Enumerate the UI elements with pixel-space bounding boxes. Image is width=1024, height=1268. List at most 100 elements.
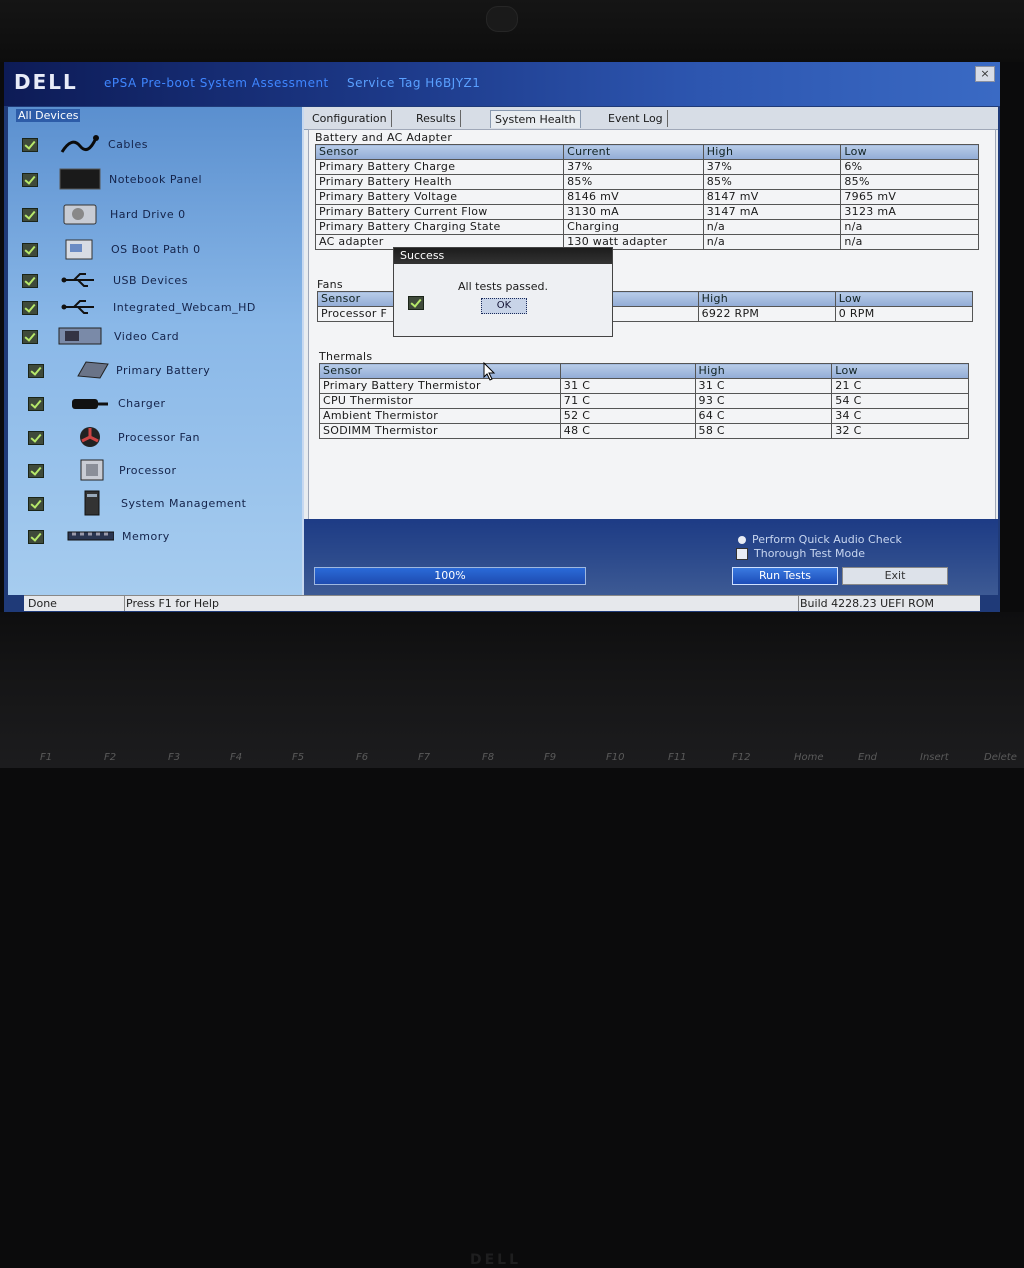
success-check-icon bbox=[408, 296, 424, 310]
battery-table: Sensor Current High Low Primary Battery Char… bbox=[314, 144, 979, 250]
sidebar-item-label: Processor Fan bbox=[118, 431, 201, 444]
sidebar-item-os-boot-path[interactable]: OS Boot Path 0 bbox=[8, 236, 298, 264]
checkbox-checked-icon[interactable] bbox=[22, 301, 38, 315]
checkbox-checked-icon[interactable] bbox=[22, 243, 38, 257]
column-header: High bbox=[697, 291, 836, 307]
exit-button[interactable]: Exit bbox=[842, 567, 948, 585]
table-cell: Primary Battery Current Flow bbox=[314, 204, 565, 220]
table-row: Primary Battery Charge 37% 37% 6% bbox=[314, 159, 979, 175]
tab-configuration[interactable]: Configuration bbox=[308, 110, 392, 127]
sidebar-item-processor-fan[interactable]: Processor Fan bbox=[8, 424, 298, 452]
column-header: Low bbox=[834, 291, 974, 307]
table-cell: n/a bbox=[702, 219, 842, 235]
sidebar-item-primary-battery[interactable]: Primary Battery bbox=[8, 357, 298, 385]
table-cell: CPU Thermistor bbox=[319, 393, 561, 409]
tab-event-log[interactable]: Event Log bbox=[604, 110, 668, 127]
key-delete: Delete bbox=[984, 752, 1017, 763]
checkbox-checked-icon[interactable] bbox=[22, 138, 38, 152]
key-f5: F5 bbox=[292, 752, 305, 763]
checkbox-checked-icon[interactable] bbox=[22, 208, 38, 222]
sidebar-item-memory[interactable]: Memory bbox=[8, 523, 298, 551]
quick-audio-label: Perform Quick Audio Check bbox=[752, 533, 902, 546]
sidebar-item-label: Cables bbox=[108, 138, 148, 151]
table-cell: 54 C bbox=[831, 393, 969, 409]
close-button[interactable]: × bbox=[975, 66, 995, 82]
service-tag: Service Tag H6BJYZ1 bbox=[347, 76, 481, 90]
ok-button[interactable]: OK bbox=[481, 298, 527, 314]
table-cell: 93 C bbox=[694, 393, 833, 409]
table-cell: 6922 RPM bbox=[697, 306, 836, 322]
checkbox-checked-icon[interactable] bbox=[22, 330, 38, 344]
sidebar-item-label: Hard Drive 0 bbox=[110, 208, 186, 221]
section-title-fans: Fans bbox=[317, 278, 343, 291]
key-f8: F8 bbox=[482, 752, 495, 763]
checkbox-checked-icon[interactable] bbox=[28, 364, 44, 378]
tab-system-health[interactable]: System Health bbox=[490, 110, 581, 128]
sidebar-item-label: Charger bbox=[118, 397, 166, 410]
dell-logo: DELL bbox=[14, 70, 78, 94]
run-tests-button[interactable]: Run Tests bbox=[732, 567, 838, 585]
checkbox-unchecked-icon bbox=[736, 548, 748, 560]
checkbox-checked-icon[interactable] bbox=[28, 530, 44, 544]
table-cell: 85% bbox=[702, 174, 842, 190]
webcam-lens bbox=[486, 6, 518, 32]
sidebar-item-system-management[interactable]: System Management bbox=[8, 490, 298, 518]
checkbox-checked-icon[interactable] bbox=[22, 274, 38, 288]
table-row: SODIMM Thermistor 48 C 58 C 32 C bbox=[319, 423, 969, 439]
tab-results[interactable]: Results bbox=[412, 110, 461, 127]
app-title: ePSA Pre-boot System Assessment bbox=[104, 76, 329, 90]
key-f1: F1 bbox=[40, 752, 53, 763]
mouse-cursor-icon bbox=[483, 362, 496, 381]
fan-icon bbox=[66, 424, 114, 450]
sidebar-item-processor[interactable]: Processor bbox=[8, 457, 298, 485]
key-home: Home bbox=[794, 752, 824, 763]
checkbox-checked-icon[interactable] bbox=[28, 464, 44, 478]
table-cell: 37% bbox=[702, 159, 842, 175]
dialog-message: All tests passed. bbox=[458, 280, 548, 293]
table-row: Primary Battery Voltage 8146 mV 8147 mV 796… bbox=[314, 189, 979, 205]
table-cell: 48 C bbox=[559, 423, 696, 439]
memory-icon bbox=[66, 523, 114, 549]
radio-icon bbox=[738, 536, 746, 544]
table-header-row: SensorCurrentHighLow bbox=[314, 144, 979, 160]
key-f11: F11 bbox=[668, 752, 687, 763]
table-cell: 31 C bbox=[694, 378, 833, 394]
sidebar-item-notebook-panel[interactable]: Notebook Panel bbox=[8, 166, 298, 194]
thorough-mode-option[interactable]: Thorough Test Mode bbox=[736, 547, 865, 560]
table-cell: 37% bbox=[563, 159, 704, 175]
section-title-thermals: Thermals bbox=[319, 350, 373, 363]
key-f9: F9 bbox=[544, 752, 557, 763]
table-cell: Primary Battery Charging State bbox=[314, 219, 565, 235]
key-f6: F6 bbox=[356, 752, 369, 763]
sidebar-item-charger[interactable]: Charger bbox=[8, 390, 298, 418]
sidebar-item-video-card[interactable]: Video Card bbox=[8, 323, 298, 351]
key-end: End bbox=[858, 752, 878, 763]
device-sidebar: All Devices Cables Notebook Panel Hard D… bbox=[8, 107, 304, 595]
key-f3: F3 bbox=[168, 752, 181, 763]
quick-audio-option[interactable]: Perform Quick Audio Check bbox=[738, 533, 902, 546]
table-cell: n/a bbox=[840, 219, 979, 235]
table-cell: Primary Battery Voltage bbox=[314, 189, 565, 205]
sidebar-item-label: Notebook Panel bbox=[109, 173, 203, 186]
checkbox-checked-icon[interactable] bbox=[28, 431, 44, 445]
checkbox-checked-icon[interactable] bbox=[28, 497, 44, 511]
table-cell: 58 C bbox=[694, 423, 833, 439]
checkbox-checked-icon[interactable] bbox=[22, 173, 38, 187]
sidebar-item-cables[interactable]: Cables bbox=[8, 131, 298, 159]
table-cell: n/a bbox=[702, 234, 842, 250]
processor-icon bbox=[68, 457, 116, 483]
sidebar-item-webcam[interactable]: Integrated_Webcam_HD bbox=[8, 294, 298, 322]
sidebar-item-hard-drive[interactable]: Hard Drive 0 bbox=[8, 201, 298, 229]
monitor-icon bbox=[56, 166, 104, 192]
help-hint: Press F1 for Help bbox=[122, 596, 799, 611]
main-panel: Configuration Results System Health Even… bbox=[304, 107, 998, 595]
checkbox-checked-icon[interactable] bbox=[28, 397, 44, 411]
charger-icon bbox=[66, 390, 114, 416]
table-cell: 52 C bbox=[559, 408, 696, 424]
sidebar-item-usb-devices[interactable]: USB Devices bbox=[8, 267, 298, 295]
table-cell: 0 RPM bbox=[834, 306, 974, 322]
table-cell: Primary Battery Thermistor bbox=[319, 378, 561, 394]
column-header: Sensor bbox=[314, 144, 565, 160]
system-management-icon bbox=[68, 490, 116, 516]
table-cell: 3130 mA bbox=[563, 204, 704, 220]
